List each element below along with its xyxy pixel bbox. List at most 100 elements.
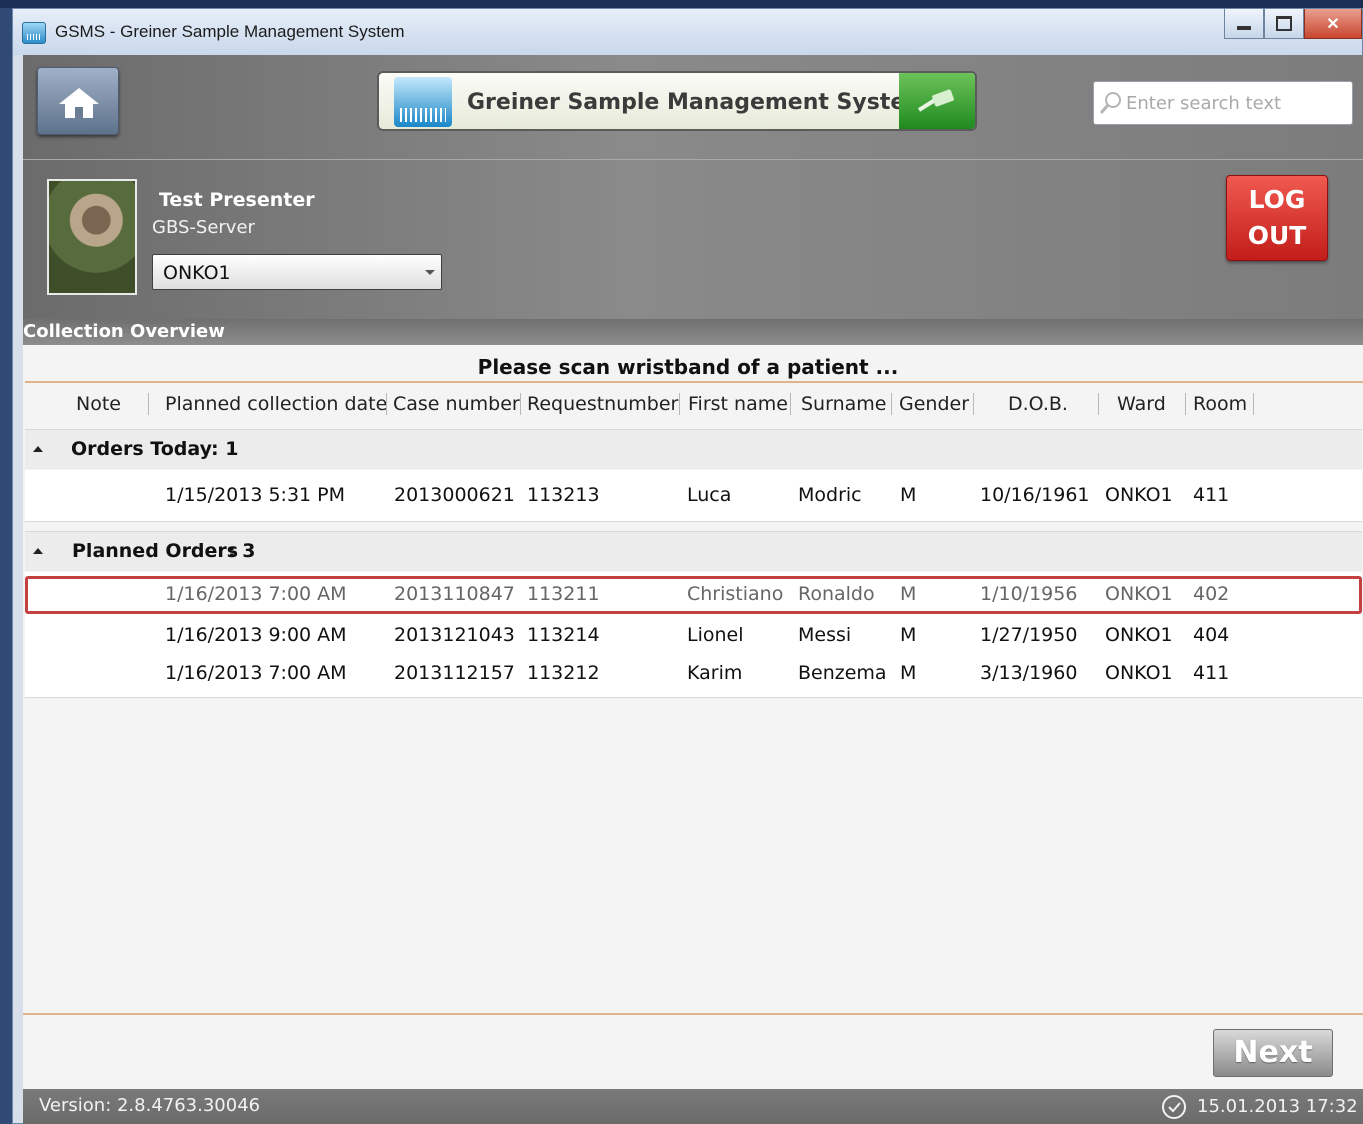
- table-row[interactable]: 1/15/2013 5:31 PM 2013000621 113213 Luca…: [25, 477, 1362, 515]
- cell-case-number: 2013110847: [394, 583, 515, 605]
- column-separator[interactable]: [790, 393, 791, 415]
- search-input[interactable]: [1126, 88, 1346, 118]
- scan-prompt: Please scan wristband of a patient ...: [477, 355, 899, 379]
- cell-room: 411: [1193, 484, 1230, 506]
- cell-case-number: 2013121043: [394, 624, 515, 646]
- column-separator[interactable]: [1253, 393, 1254, 415]
- column-header-note[interactable]: Note: [76, 393, 121, 415]
- group-count: : 1: [211, 438, 239, 460]
- close-button[interactable]: ✕: [1304, 9, 1362, 39]
- logout-label-line2: OUT: [1247, 221, 1307, 250]
- group-header-planned-orders[interactable]: Planned Orders : 3: [25, 531, 1362, 571]
- cell-request-number: 113211: [527, 583, 600, 605]
- server-name: GBS-Server: [152, 217, 255, 238]
- cell-dob: 10/16/1961: [980, 484, 1090, 506]
- cell-first-name: Karim: [687, 662, 743, 684]
- planned-orders-rows: 1/16/2013 7:00 AM 2013110847 113211 Chri…: [25, 572, 1362, 698]
- section-header: Collection Overview: [23, 319, 1363, 345]
- column-separator[interactable]: [148, 393, 149, 415]
- banner-title: Greiner Sample Management System: [467, 90, 929, 115]
- column-header-requestnumber[interactable]: Requestnumber: [527, 393, 678, 415]
- column-header-case-number[interactable]: Case number: [393, 393, 520, 415]
- cell-planned-date: 1/15/2013 5:31 PM: [165, 484, 346, 506]
- desktop-background: [0, 0, 1363, 8]
- cell-surname: Ronaldo: [798, 583, 875, 605]
- cell-ward: ONKO1: [1105, 484, 1173, 506]
- logout-button[interactable]: LOG OUT: [1226, 175, 1328, 261]
- title-bar[interactable]: GSMS - Greiner Sample Management System …: [13, 9, 1362, 55]
- chevron-down-icon: [425, 270, 435, 275]
- cell-request-number: 113212: [527, 662, 600, 684]
- column-header-dob[interactable]: D.O.B.: [1008, 393, 1068, 415]
- table-row[interactable]: 1/16/2013 9:00 AM 2013121043 113214 Lion…: [25, 617, 1362, 655]
- header-divider: [23, 159, 1363, 160]
- maximize-button[interactable]: [1264, 9, 1304, 39]
- column-separator[interactable]: [973, 393, 974, 415]
- app-banner: Greiner Sample Management System: [377, 71, 977, 131]
- cell-gender: M: [900, 484, 917, 506]
- group-label: Planned Orders: [72, 540, 239, 562]
- cell-planned-date: 1/16/2013 7:00 AM: [165, 583, 347, 605]
- minimize-button[interactable]: [1224, 9, 1264, 39]
- header-panel: Greiner Sample Management System Test Pr…: [23, 55, 1363, 319]
- cell-room: 411: [1193, 662, 1230, 684]
- cell-ward: ONKO1: [1105, 662, 1173, 684]
- column-separator[interactable]: [679, 393, 680, 415]
- orders-today-rows: 1/15/2013 5:31 PM 2013000621 113213 Luca…: [25, 470, 1362, 522]
- collapse-arrow-icon[interactable]: [33, 446, 43, 452]
- cell-gender: M: [900, 624, 917, 646]
- network-cable-icon: [917, 89, 954, 112]
- cell-room: 404: [1193, 624, 1230, 646]
- cell-planned-date: 1/16/2013 9:00 AM: [165, 624, 347, 646]
- status-bar: Version: 2.8.4763.30046 15.01.2013 17:32: [23, 1089, 1363, 1124]
- column-separator[interactable]: [1185, 393, 1186, 415]
- greiner-logo-icon: [394, 77, 452, 127]
- collection-overview-panel: Please scan wristband of a patient ... N…: [23, 345, 1363, 1089]
- column-separator[interactable]: [891, 393, 892, 415]
- network-status: [899, 73, 975, 129]
- section-title: Collection Overview: [23, 321, 225, 342]
- collapse-arrow-icon[interactable]: [33, 548, 43, 554]
- app-window: GSMS - Greiner Sample Management System …: [12, 8, 1363, 1124]
- column-header-first-name[interactable]: First name: [688, 393, 788, 415]
- column-header-surname[interactable]: Surname: [801, 393, 886, 415]
- home-button[interactable]: [37, 67, 119, 135]
- column-header-ward[interactable]: Ward: [1117, 393, 1166, 415]
- logout-label-line1: LOG: [1248, 185, 1306, 214]
- group-count: : 3: [228, 540, 256, 562]
- grid-bottom-border: [23, 1013, 1363, 1015]
- column-header-planned-date[interactable]: Planned collection date: [165, 393, 387, 415]
- table-row[interactable]: 1/16/2013 7:00 AM 2013112157 113212 Kari…: [25, 655, 1362, 693]
- clock-icon: [1162, 1095, 1186, 1119]
- cell-request-number: 113213: [527, 484, 600, 506]
- cell-room: 402: [1193, 583, 1230, 605]
- column-separator[interactable]: [520, 393, 521, 415]
- cell-dob: 3/13/1960: [980, 662, 1078, 684]
- cell-surname: Messi: [798, 624, 852, 646]
- grid-top-border: [25, 381, 1363, 383]
- next-button[interactable]: Next: [1213, 1029, 1333, 1077]
- group-header-orders-today[interactable]: Orders Today : 1: [25, 429, 1362, 469]
- column-separator[interactable]: [1098, 393, 1099, 415]
- cell-ward: ONKO1: [1105, 624, 1173, 646]
- column-header-gender[interactable]: Gender: [899, 393, 969, 415]
- table-row-selected[interactable]: 1/16/2013 7:00 AM 2013110847 113211 Chri…: [25, 576, 1362, 614]
- window-controls: ✕: [1224, 9, 1362, 39]
- cell-surname: Modric: [798, 484, 862, 506]
- group-label: Orders Today: [71, 438, 213, 460]
- search-box[interactable]: [1093, 81, 1353, 125]
- cell-first-name: Lionel: [687, 624, 744, 646]
- cell-request-number: 113214: [527, 624, 600, 646]
- datetime-label: 15.01.2013 17:32: [1197, 1096, 1358, 1117]
- column-header-room[interactable]: Room: [1193, 393, 1247, 415]
- cell-case-number: 2013000621: [394, 484, 515, 506]
- ward-dropdown[interactable]: ONKO1: [152, 254, 442, 290]
- cell-dob: 1/10/1956: [980, 583, 1078, 605]
- cell-gender: M: [900, 583, 917, 605]
- avatar: [47, 179, 137, 295]
- window-title: GSMS - Greiner Sample Management System: [55, 22, 405, 41]
- cell-ward: ONKO1: [1105, 583, 1173, 605]
- version-label: Version: 2.8.4763.30046: [39, 1095, 261, 1116]
- column-separator[interactable]: [386, 393, 387, 415]
- cell-planned-date: 1/16/2013 7:00 AM: [165, 662, 347, 684]
